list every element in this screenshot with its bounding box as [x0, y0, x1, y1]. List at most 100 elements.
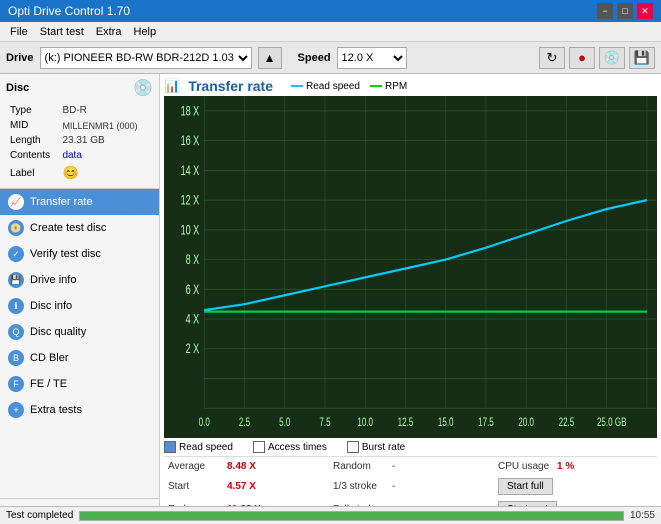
nav-icon-create: 📀	[8, 220, 24, 236]
svg-text:17.5: 17.5	[478, 417, 494, 430]
checkbox-burst-rate[interactable]: Burst rate	[347, 441, 405, 453]
disc-button[interactable]: 💿	[599, 47, 625, 69]
svg-text:14 X: 14 X	[181, 164, 200, 178]
stat-cpu-value: 1 %	[557, 461, 597, 472]
drive-label: Drive	[6, 52, 34, 64]
stat-start-label: Start	[168, 481, 223, 492]
drivebar: Drive (k:) PIONEER BD-RW BDR-212D 1.03 ▲…	[0, 42, 661, 74]
disc-section-label: Disc	[6, 82, 29, 94]
nav-extra-tests[interactable]: + Extra tests	[0, 397, 159, 423]
chart-title: Transfer rate	[188, 78, 273, 94]
speed-select[interactable]: 12.0 X	[337, 47, 407, 69]
menu-file[interactable]: File	[4, 24, 34, 40]
nav-drive-info[interactable]: 💾 Drive info	[0, 267, 159, 293]
stat-random-value: -	[392, 461, 432, 472]
speed-label: Speed	[298, 52, 331, 64]
nav-icon-drive: 💾	[8, 272, 24, 288]
stat-cpu-row: CPU usage 1 %	[494, 459, 657, 474]
stat-average-value: 8.48 X	[227, 461, 267, 472]
nav-create-test-disc[interactable]: 📀 Create test disc	[0, 215, 159, 241]
nav-icon-transfer-rate: 📈	[8, 194, 24, 210]
svg-text:25.0 GB: 25.0 GB	[597, 417, 627, 430]
nav-icon-disc: ℹ	[8, 298, 24, 314]
stat-random-label: Random	[333, 461, 388, 472]
checkbox-read-speed[interactable]: Read speed	[164, 441, 233, 453]
chk-access-times-box[interactable]	[253, 441, 265, 453]
chk-read-speed-label: Read speed	[179, 442, 233, 453]
window-controls: − □ ✕	[597, 3, 653, 19]
chk-read-speed-box[interactable]	[164, 441, 176, 453]
eject-button[interactable]: ▲	[258, 47, 282, 69]
svg-text:10.0: 10.0	[357, 417, 373, 430]
save-button[interactable]: 💾	[629, 47, 655, 69]
stat-cpu-label: CPU usage	[498, 461, 553, 472]
legend-read-speed: Read speed	[291, 81, 360, 92]
nav-label-disc: Disc info	[30, 300, 72, 312]
chk-burst-rate-box[interactable]	[347, 441, 359, 453]
nav-cd-bler[interactable]: B CD Bler	[0, 345, 159, 371]
chart-svg-container: 18 X 16 X 14 X 12 X 10 X 8 X 6 X 4 X 2 X…	[164, 96, 657, 438]
legend-read-dot	[291, 85, 303, 87]
chart-checkboxes: Read speed Access times Burst rate	[164, 438, 657, 456]
svg-text:12 X: 12 X	[181, 194, 200, 208]
start-full-button[interactable]: Start full	[498, 478, 553, 495]
chart-area: 📊 Transfer rate Read speed RPM	[160, 74, 661, 524]
progress-fill	[80, 512, 623, 520]
chk-access-times-label: Access times	[268, 442, 327, 453]
menu-start-test[interactable]: Start test	[34, 24, 90, 40]
stat-start-row: Start 4.57 X	[164, 476, 327, 497]
menu-extra[interactable]: Extra	[90, 24, 128, 40]
record-button[interactable]: ●	[569, 47, 595, 69]
legend-rpm-dot	[370, 85, 382, 87]
svg-text:10 X: 10 X	[181, 224, 200, 238]
nav-disc-info[interactable]: ℹ Disc info	[0, 293, 159, 319]
label-label: Label	[8, 164, 58, 182]
nav-verify-test-disc[interactable]: ✓ Verify test disc	[0, 241, 159, 267]
drive-select[interactable]: (k:) PIONEER BD-RW BDR-212D 1.03	[40, 47, 252, 69]
chart-svg: 18 X 16 X 14 X 12 X 10 X 8 X 6 X 4 X 2 X…	[164, 96, 657, 438]
refresh-button[interactable]: ↻	[539, 47, 565, 69]
svg-text:0.0: 0.0	[199, 417, 210, 430]
close-button[interactable]: ✕	[637, 3, 653, 19]
legend-rpm-label: RPM	[385, 81, 407, 92]
nav-icon-extra: +	[8, 402, 24, 418]
disc-icon: 💿	[133, 78, 153, 98]
stat-1-3-stroke-row: 1/3 stroke -	[329, 476, 492, 497]
stat-average-row: Average 8.48 X	[164, 459, 327, 474]
nav-transfer-rate[interactable]: 📈 Transfer rate	[0, 189, 159, 215]
main-layout: Disc 💿 Type BD-R MID MILLENMR1 (000) Len…	[0, 74, 661, 524]
nav-label-fete: FE / TE	[30, 378, 67, 390]
minimize-button[interactable]: −	[597, 3, 613, 19]
svg-text:18 X: 18 X	[181, 105, 200, 119]
mid-label: MID	[8, 119, 58, 132]
svg-text:7.5: 7.5	[319, 417, 330, 430]
checkbox-access-times[interactable]: Access times	[253, 441, 327, 453]
chart-icon: 📊	[164, 78, 180, 94]
chart-legend: Read speed RPM	[291, 81, 407, 92]
nav-label-transfer-rate: Transfer rate	[30, 196, 93, 208]
progress-bar-area: Test completed 10:55	[0, 506, 661, 524]
chart-header: 📊 Transfer rate Read speed RPM	[164, 78, 657, 94]
type-label: Type	[8, 104, 58, 117]
menu-help[interactable]: Help	[127, 24, 162, 40]
svg-text:22.5: 22.5	[559, 417, 575, 430]
nav-items: 📈 Transfer rate 📀 Create test disc ✓ Ver…	[0, 189, 159, 423]
legend-read-label: Read speed	[306, 81, 360, 92]
svg-text:5.0: 5.0	[279, 417, 290, 430]
svg-text:8 X: 8 X	[186, 253, 200, 267]
length-label: Length	[8, 134, 58, 147]
svg-text:2 X: 2 X	[186, 343, 200, 357]
nav-label-drive: Drive info	[30, 274, 76, 286]
nav-label-bler: CD Bler	[30, 352, 69, 364]
nav-disc-quality[interactable]: Q Disc quality	[0, 319, 159, 345]
nav-fe-te[interactable]: F FE / TE	[0, 371, 159, 397]
stat-start-value: 4.57 X	[227, 481, 267, 492]
nav-label-create: Create test disc	[30, 222, 106, 234]
svg-text:15.0: 15.0	[438, 417, 454, 430]
progress-label: Test completed	[6, 510, 73, 521]
mid-value: MILLENMR1 (000)	[60, 119, 151, 132]
maximize-button[interactable]: □	[617, 3, 633, 19]
svg-text:12.5: 12.5	[398, 417, 414, 430]
progress-time: 10:55	[630, 510, 655, 521]
app-title: Opti Drive Control 1.70	[8, 4, 597, 18]
